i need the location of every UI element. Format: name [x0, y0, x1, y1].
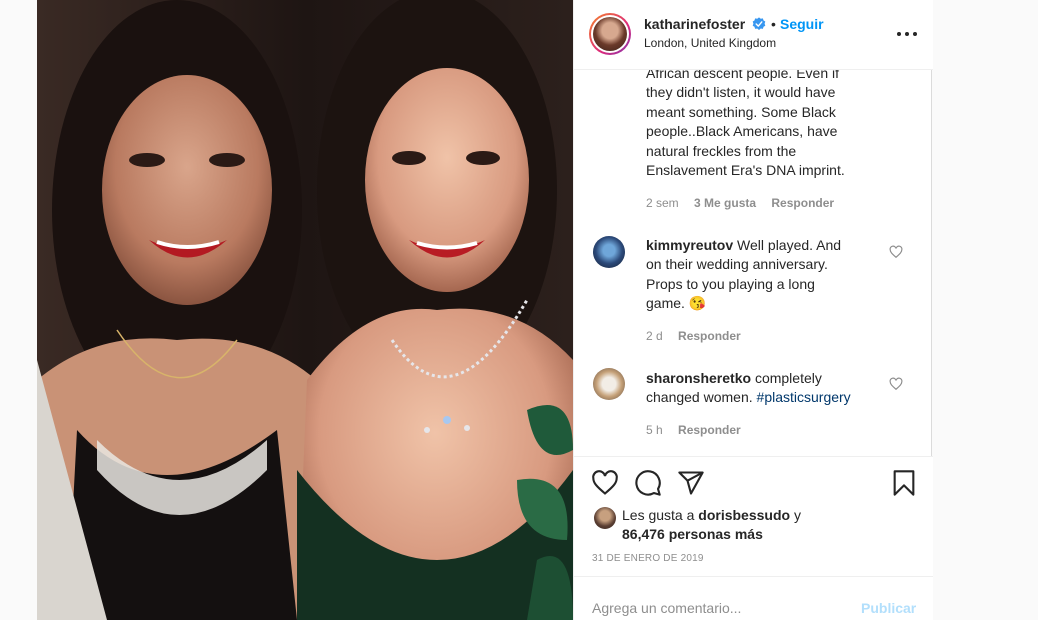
commenter-avatar[interactable] [593, 236, 625, 268]
comment-line: Props to you playing a long [646, 275, 815, 292]
liker-username[interactable]: dorisbessudo [698, 507, 790, 523]
comment-line: Enslavement Era's DNA imprint. [646, 162, 845, 179]
comment-icon[interactable] [634, 469, 662, 497]
verified-badge-icon [752, 17, 766, 30]
post-photo[interactable] [37, 0, 573, 620]
comment-line: natural freckles from the [646, 142, 797, 159]
comment-line: they didn't listen, it would have [646, 84, 836, 101]
comment-input[interactable]: Agrega un comentario... [592, 600, 741, 616]
author-username[interactable]: katharinefoster [644, 16, 745, 32]
post-location[interactable]: London, United Kingdom [644, 36, 776, 50]
comment-line: Well played. And [737, 237, 842, 253]
comment-text: kimmyreutov Well played. And on their we… [646, 236, 886, 314]
hashtag-link[interactable]: #plasticsurgery [757, 389, 851, 405]
heart-icon[interactable] [591, 469, 619, 497]
comment-line: game. 😘 [646, 295, 707, 312]
follow-button[interactable]: Seguir [780, 16, 824, 32]
more-options-icon[interactable] [896, 24, 918, 42]
comment-time[interactable]: 5 h [646, 423, 663, 437]
comment-line: changed women. [646, 389, 753, 406]
share-icon[interactable] [677, 469, 705, 497]
bookmark-icon[interactable] [890, 469, 918, 497]
comment-line: people..Black Americans, have [646, 123, 838, 140]
comment-like-heart-icon[interactable] [889, 377, 903, 391]
publish-button[interactable]: Publicar [861, 600, 916, 616]
likes-summary: Les gusta a dorisbessudo y [622, 507, 801, 523]
comment-text: African descent people. Even if they did… [646, 70, 845, 180]
comment-meta: 2 d Responder [646, 329, 753, 343]
comment-line: on their wedding anniversary. [646, 256, 828, 273]
comment-like-heart-icon[interactable] [889, 245, 903, 259]
comments-list[interactable]: African descent people. Even if they did… [574, 70, 933, 456]
comment-likes[interactable]: 3 Me gusta [694, 196, 756, 210]
comment-meta: 2 sem 3 Me gusta Responder [646, 196, 846, 210]
post-date[interactable]: 31 DE ENERO DE 2019 [592, 553, 704, 564]
post-header: katharinefoster • Seguir London, United … [574, 0, 933, 70]
comment-line: African descent people. Even if [646, 70, 840, 81]
commenter-username[interactable]: kimmyreutov [646, 237, 733, 253]
comment-time[interactable]: 2 sem [646, 196, 679, 210]
comment-text: sharonsheretko completely changed women.… [646, 369, 886, 408]
reply-button[interactable]: Responder [678, 423, 741, 437]
likes-prefix: Les gusta a [622, 507, 695, 523]
header-separator: • [771, 16, 776, 32]
comment-time[interactable]: 2 d [646, 329, 663, 343]
comment-line: completely [754, 370, 822, 386]
likes-others[interactable]: 86,476 personas más [622, 526, 763, 542]
post-photo-illustration [37, 0, 573, 620]
comment-line: meant something. Some Black [646, 103, 836, 120]
commenter-username[interactable]: sharonsheretko [646, 370, 751, 386]
reply-button[interactable]: Responder [771, 196, 834, 210]
add-comment-bar: Agrega un comentario... Publicar [574, 576, 933, 620]
liker-avatar[interactable] [594, 507, 616, 529]
post-actions: Les gusta a dorisbessudo y 86,476 person… [574, 456, 933, 576]
comment-meta: 5 h Responder [646, 423, 753, 437]
post-side-panel: katharinefoster • Seguir London, United … [573, 0, 933, 620]
reply-button[interactable]: Responder [678, 329, 741, 343]
commenter-avatar[interactable] [593, 368, 625, 400]
likes-suffix: y [793, 507, 801, 523]
author-avatar[interactable] [589, 13, 631, 55]
